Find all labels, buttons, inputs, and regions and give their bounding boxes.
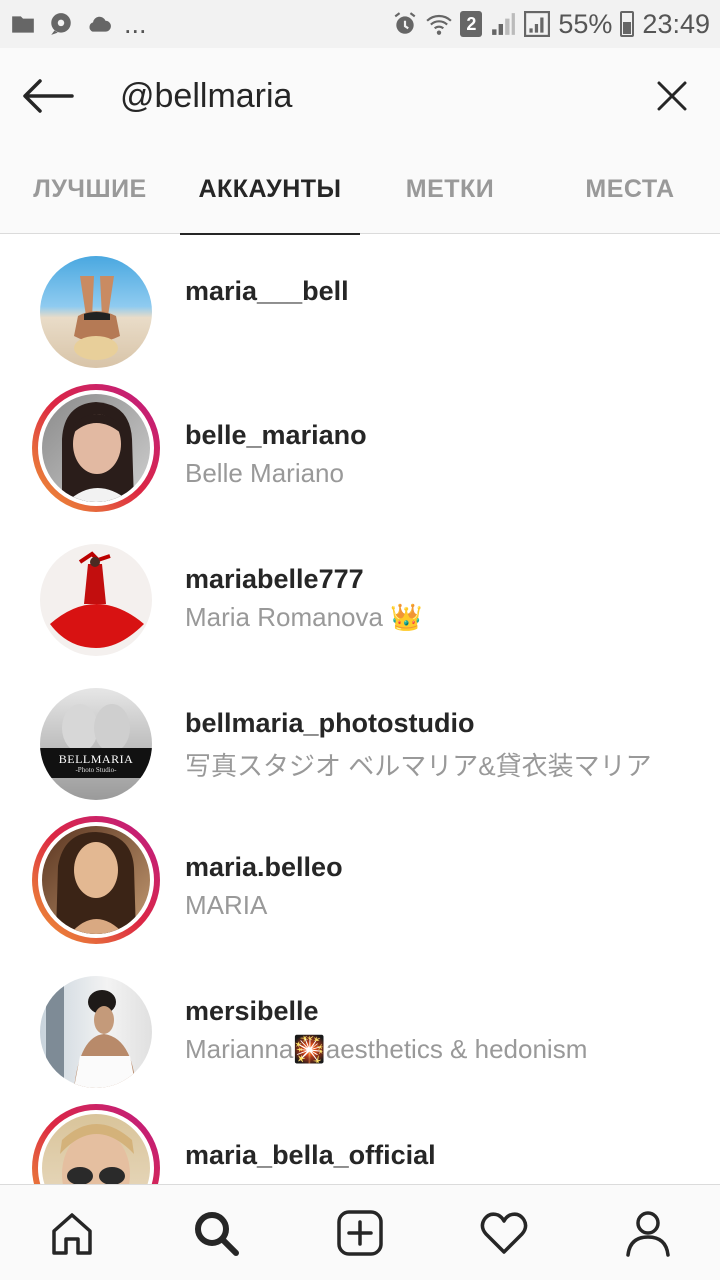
- list-item[interactable]: mersibelle Marianna🎇aesthetics & hedonis…: [0, 954, 720, 1098]
- sim-badge: 2: [460, 11, 483, 37]
- tab-top[interactable]: ЛУЧШИЕ: [0, 144, 180, 234]
- nav-add[interactable]: [288, 1185, 432, 1280]
- username: bellmaria_photostudio: [185, 708, 475, 738]
- avatar[interactable]: [32, 968, 160, 1096]
- avatar[interactable]: [32, 1104, 160, 1184]
- full-name: Maria Romanova 👑: [185, 602, 423, 632]
- chat-icon: [51, 13, 71, 35]
- full-name: Marianna🎇aesthetics & hedonism: [185, 1034, 588, 1064]
- avatar[interactable]: [32, 248, 160, 376]
- avatar-image: [46, 976, 136, 1088]
- home-icon: [52, 1213, 92, 1255]
- search-header: @bellmaria: [0, 48, 720, 144]
- search-input[interactable]: @bellmaria: [120, 77, 624, 116]
- username: maria_bella_official: [185, 1140, 436, 1170]
- nav-activity[interactable]: [432, 1185, 576, 1280]
- avatar[interactable]: BELLMARIA -Photo Studio-: [32, 680, 160, 808]
- heart-icon: [480, 1212, 528, 1254]
- logo-subtext: -Photo Studio-: [75, 766, 117, 774]
- avatar-image: [62, 402, 134, 502]
- nav-profile[interactable]: [576, 1185, 720, 1280]
- avatar-image: [74, 276, 120, 360]
- list-item[interactable]: belle_mariano Belle Mariano: [0, 378, 720, 522]
- battery-percent: 55%: [558, 8, 613, 39]
- tab-tags[interactable]: МЕТКИ: [360, 144, 540, 234]
- status-overflow: ...: [124, 8, 147, 39]
- cloud-icon: [89, 16, 111, 32]
- results-list: maria___bell belle_mariano Belle Mariano: [0, 234, 720, 1184]
- close-icon: [657, 81, 687, 111]
- username: maria.belleo: [185, 852, 343, 882]
- nav-home[interactable]: [0, 1185, 144, 1280]
- avatar-image: [60, 1124, 134, 1184]
- list-item[interactable]: BELLMARIA -Photo Studio- bellmaria_photo…: [0, 666, 720, 810]
- username: belle_mariano: [185, 420, 367, 450]
- full-name: 写真スタジオ ベルマリア&貸衣装マリア: [185, 751, 652, 781]
- tab-accounts[interactable]: АККАУНТЫ: [180, 144, 360, 235]
- clear-search-button[interactable]: [624, 48, 720, 144]
- list-item[interactable]: mariabelle777 Maria Romanova 👑: [0, 522, 720, 666]
- username: mariabelle777: [185, 564, 364, 594]
- avatar-image: [40, 704, 152, 778]
- avatar[interactable]: [32, 816, 160, 944]
- arrow-left-icon: [23, 79, 74, 113]
- search-tabs: ЛУЧШИЕ АККАУНТЫ МЕТКИ МЕСТА: [0, 144, 720, 235]
- signal-icon: [492, 13, 516, 35]
- nav-search[interactable]: [144, 1185, 288, 1280]
- wifi-icon: [426, 14, 453, 35]
- list-item[interactable]: maria___bell: [0, 234, 720, 378]
- profile-icon: [626, 1211, 670, 1257]
- clock: 23:49: [642, 8, 710, 39]
- avatar-image: [50, 551, 144, 648]
- alarm-icon: [394, 12, 416, 34]
- username: mersibelle: [185, 996, 319, 1026]
- list-item[interactable]: maria.belleo MARIA: [0, 810, 720, 954]
- back-button[interactable]: [0, 48, 96, 144]
- tab-places[interactable]: МЕСТА: [540, 144, 720, 234]
- username: maria___bell: [185, 276, 349, 306]
- full-name: Belle Mariano: [185, 458, 344, 488]
- signal-icon-2: [524, 11, 551, 37]
- logo-text: BELLMARIA: [58, 752, 134, 766]
- bottom-nav: [0, 1184, 720, 1280]
- list-item[interactable]: maria_bella_official: [0, 1098, 720, 1184]
- avatar[interactable]: [32, 536, 160, 664]
- search-icon: [195, 1212, 239, 1256]
- avatar[interactable]: [32, 384, 160, 512]
- folder-icon: [12, 16, 34, 33]
- status-bar: ... 2 55% 23:49: [0, 0, 720, 48]
- avatar-image: [56, 832, 136, 934]
- battery-icon: [620, 11, 635, 37]
- add-icon: [337, 1210, 383, 1256]
- full-name: MARIA: [185, 890, 268, 920]
